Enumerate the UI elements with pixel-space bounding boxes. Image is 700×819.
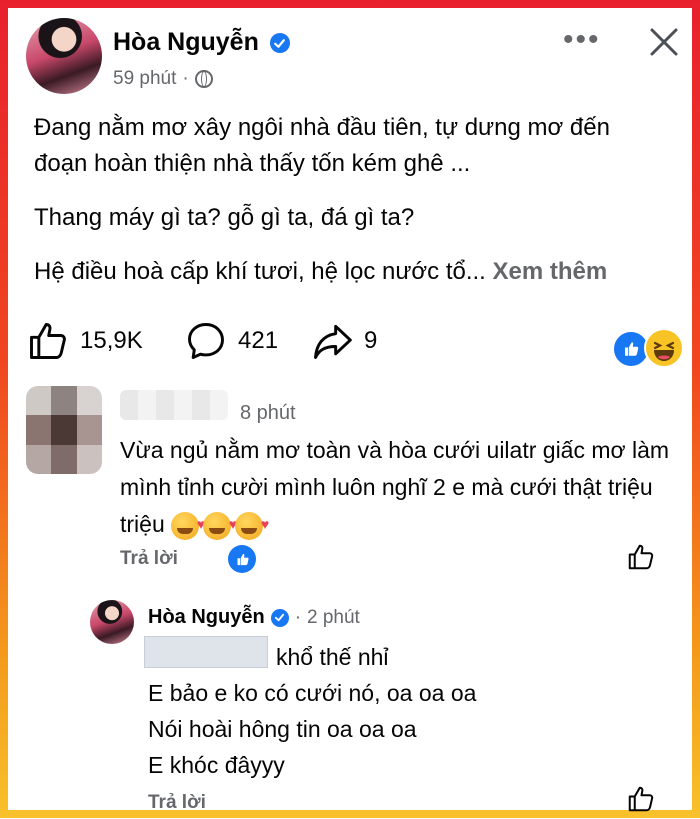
share-icon [314, 324, 352, 359]
comment-time[interactable]: 8 phút [240, 402, 296, 425]
globe-icon [194, 70, 213, 88]
close-icon [650, 28, 678, 56]
comment-count: 421 [238, 327, 279, 354]
more-options-button[interactable]: ••• [563, 25, 601, 55]
comment-reply-button[interactable]: Trả lời [120, 548, 178, 570]
comment-icon [188, 323, 224, 359]
post-meta: 59 phút · [113, 68, 213, 90]
smiling-face-with-hearts-icon [171, 506, 205, 543]
meta-separator: · [182, 68, 189, 89]
verified-badge-icon [269, 33, 290, 54]
post-line-1: Đang nằm mơ xây ngôi nhà đầu tiên, tự dư… [34, 114, 610, 141]
reply-reply-button[interactable]: Trả lời [148, 792, 206, 814]
post-frame: Hòa Nguyễn 59 phút · ••• Đang nằm mơ xây… [0, 0, 700, 818]
reply-line-1: khổ thế nhỉ [276, 644, 389, 670]
like-button[interactable]: 15,9K [26, 316, 143, 366]
thumb-up-outline-icon [628, 786, 654, 812]
reply-author-avatar[interactable] [90, 600, 134, 644]
post-line-3: Thang máy gì ta? gỗ gì ta, đá gì ta? [34, 204, 415, 231]
reply-author-name[interactable]: Hòa Nguyễn [148, 606, 265, 629]
comment-like-badge-icon[interactable] [228, 545, 256, 573]
close-button[interactable] [648, 26, 680, 58]
like-icon [30, 323, 66, 359]
reply-line-2: E bảo e ko có cưới nó, oa oa oa [148, 680, 477, 706]
reply-separator: · [294, 606, 302, 628]
see-more-link[interactable]: Xem thêm [493, 258, 608, 285]
thumb-up-outline-icon [628, 544, 654, 570]
post-line-2: đoạn hoàn thiện nhà thấy tốn kém ghê ... [34, 150, 471, 177]
commenter-name-blurred[interactable] [120, 390, 228, 420]
smiling-face-with-hearts-icon [203, 506, 237, 543]
reply-like-button[interactable] [626, 784, 656, 819]
comment-time-text[interactable]: 8 phút [240, 402, 296, 424]
author-avatar[interactable] [26, 18, 102, 94]
author-name[interactable]: Hòa Nguyễn [113, 28, 290, 57]
comment-button[interactable]: 421 [184, 316, 278, 366]
reply-time[interactable]: 2 phút [307, 607, 360, 629]
haha-reaction-icon [644, 328, 684, 368]
reaction-summary[interactable] [612, 326, 688, 368]
share-button[interactable]: 9 [310, 316, 377, 366]
author-name-text[interactable]: Hòa Nguyễn [113, 28, 259, 56]
share-count: 9 [364, 327, 378, 354]
reply-header: Hòa Nguyễn · 2 phút [148, 606, 360, 629]
reply-line-4: E khóc đâyyy [148, 752, 285, 778]
like-count: 15,9K [80, 327, 143, 354]
comment-body: Vừa ngủ nằm mơ toàn và hòa cưới uilatr g… [120, 432, 680, 543]
smiling-face-with-hearts-icon [235, 506, 269, 543]
post-body: Đang nằm mơ xây ngôi nhà đầu tiên, tự dư… [34, 110, 684, 290]
comment-like-button[interactable] [626, 542, 656, 577]
post-line-4: Hệ điều hoà cấp khí tươi, hệ lọc nước tổ… [34, 254, 684, 290]
verified-badge-icon [270, 608, 289, 627]
post-time[interactable]: 59 phút [113, 68, 176, 90]
commenter-avatar-blurred[interactable] [26, 386, 102, 474]
post-line-4-text: Hệ điều hoà cấp khí tươi, hệ lọc nước tổ… [34, 258, 486, 285]
reply-body: khổ thế nhỉ E bảo e ko có cưới nó, oa oa… [148, 639, 476, 783]
reply-line-3: Nói hoài hông tin oa oa oa [148, 716, 417, 742]
